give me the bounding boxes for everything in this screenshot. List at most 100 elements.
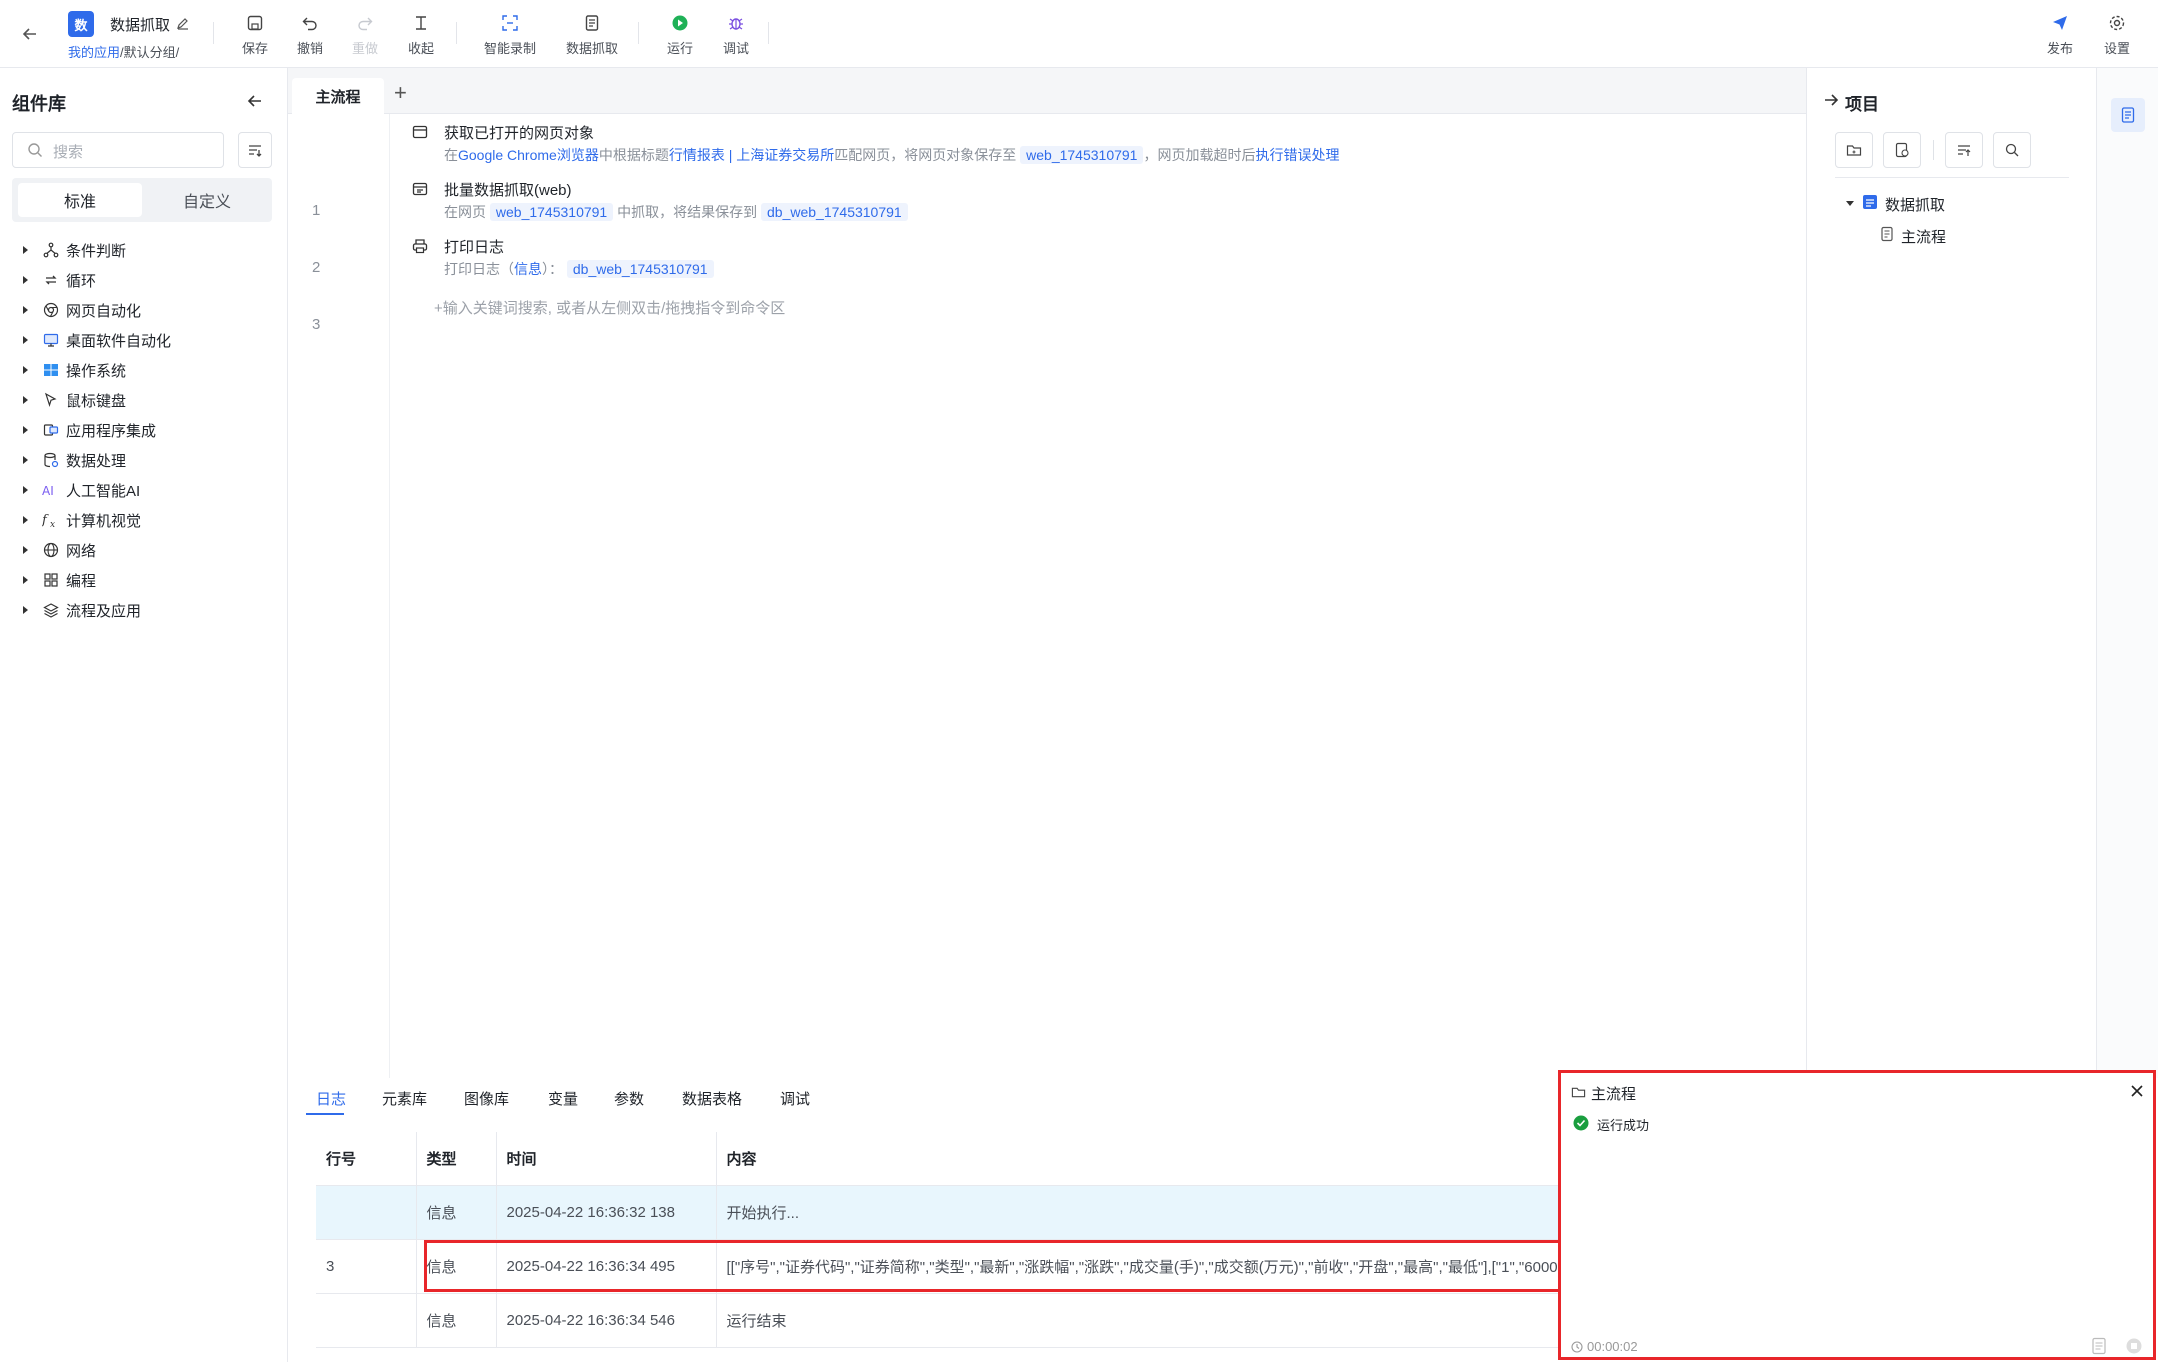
category-label: 人工智能AI <box>66 482 141 500</box>
monitor-icon <box>42 331 60 349</box>
elapsed-time: 00:00:02 <box>1587 1339 1638 1354</box>
component-category[interactable]: f x 计算机视觉 <box>20 507 141 533</box>
record-frame-icon <box>499 12 521 34</box>
debug-button[interactable]: 调试 <box>706 12 766 57</box>
component-category[interactable]: 网络 <box>20 537 96 563</box>
add-command-hint[interactable]: +输入关键词搜索, 或者从左侧双击/拖拽指令到命令区 <box>434 297 785 318</box>
bottom-tab[interactable]: 日志 <box>316 1088 346 1109</box>
panel-title: 项目 <box>1845 95 1879 114</box>
caret-right-icon <box>20 575 30 585</box>
close-icon[interactable] <box>2129 1083 2145 1099</box>
category-label: 鼠标键盘 <box>66 392 127 410</box>
run-button[interactable]: 运行 <box>650 12 710 57</box>
run-result-popup: 主流程 运行成功 00:00:02 <box>1558 1070 2156 1360</box>
properties-toggle-button[interactable] <box>2111 98 2145 132</box>
variable-chip[interactable]: web_1745310791 <box>489 203 614 221</box>
variable-chip[interactable]: db_web_1745310791 <box>761 203 908 221</box>
redo-button[interactable]: 重做 <box>335 12 395 57</box>
bottom-tab[interactable]: 调试 <box>780 1088 810 1109</box>
new-flow-button[interactable] <box>1883 132 1921 168</box>
stop-icon[interactable] <box>2125 1337 2143 1355</box>
step-title[interactable]: 获取已打开的网页对象 <box>444 122 594 143</box>
collapse-left-arrow-icon[interactable] <box>246 92 264 110</box>
text-cursor-icon <box>410 12 432 34</box>
error-handling-link[interactable]: 执行错误处理 <box>1255 147 1339 163</box>
component-category[interactable]: 数据处理 <box>20 447 126 473</box>
component-category[interactable]: 桌面软件自动化 <box>20 327 171 353</box>
log-level-link[interactable]: 信息 <box>514 261 542 277</box>
category-label: 网页自动化 <box>66 302 142 320</box>
undo-button[interactable]: 撤销 <box>280 12 340 57</box>
caret-right-icon <box>20 305 30 315</box>
category-label: 条件判断 <box>66 242 127 260</box>
component-category[interactable]: 网页自动化 <box>20 297 141 323</box>
save-button[interactable]: 保存 <box>225 12 285 57</box>
undo-icon <box>299 12 321 34</box>
bottom-tab[interactable]: 图像库 <box>464 1088 509 1109</box>
edit-pencil-icon[interactable] <box>176 16 190 30</box>
log-cell-time: 2025-04-22 16:36:32 138 <box>496 1185 717 1240</box>
line-number: 1 <box>312 202 321 219</box>
sort-filter-button[interactable] <box>238 132 272 168</box>
search-icon <box>27 142 43 158</box>
data-scrape-button[interactable]: 数据抓取 <box>562 12 622 57</box>
log-doc-icon[interactable] <box>2091 1337 2107 1355</box>
component-category[interactable]: 编程 <box>20 567 96 593</box>
breadcrumb-my-apps[interactable]: 我的应用 <box>68 45 120 60</box>
component-category[interactable]: 循环 <box>20 267 96 293</box>
app-title: 数据抓取 <box>110 17 171 34</box>
component-category[interactable]: 鼠标键盘 <box>20 387 126 413</box>
smart-record-button[interactable]: 智能录制 <box>480 12 540 57</box>
grid-icon <box>42 571 60 589</box>
arrow-right-icon[interactable] <box>1823 92 1839 108</box>
tab-custom[interactable]: 自定义 <box>148 183 266 217</box>
tree-expand-caret-icon[interactable] <box>1845 198 1855 208</box>
publish-button[interactable]: 发布 <box>2030 12 2090 57</box>
sort-icon <box>1958 145 1971 156</box>
run-status: 运行成功 <box>1597 1118 1650 1133</box>
category-label: 网络 <box>66 542 97 560</box>
tab-main-flow[interactable]: 主流程 <box>292 78 384 114</box>
step-title[interactable]: 打印日志 <box>444 236 504 257</box>
page-title-link[interactable]: 行情报表 | 上海证券交易所 <box>669 147 834 163</box>
back-arrow-icon[interactable] <box>20 24 40 44</box>
settings-button[interactable]: 设置 <box>2087 12 2147 57</box>
document-icon <box>581 12 603 34</box>
search-button[interactable] <box>1993 132 2031 168</box>
new-folder-button[interactable] <box>1835 132 1873 168</box>
component-category[interactable]: 操作系统 <box>20 357 126 383</box>
project-tree-root[interactable]: 数据抓取 <box>1885 194 1945 215</box>
flow-folder-icon <box>1571 1085 1586 1100</box>
variable-chip[interactable]: db_web_1745310791 <box>566 260 714 278</box>
variable-chip[interactable]: web_1745310791 <box>1020 146 1144 164</box>
sort-button[interactable] <box>1945 132 1983 168</box>
component-category[interactable]: 应用程序集成 <box>20 417 156 443</box>
clock-icon <box>1571 1341 1583 1353</box>
tab-standard[interactable]: 标准 <box>18 183 142 217</box>
search-input[interactable]: 搜索 <box>12 132 224 168</box>
log-cell-type: 信息 <box>416 1185 497 1240</box>
collapse-button[interactable]: 收起 <box>391 12 451 57</box>
project-tree-main-flow[interactable]: 主流程 <box>1901 226 1946 247</box>
cursor-icon <box>42 391 60 409</box>
app-integration-icon <box>42 421 60 439</box>
component-category[interactable]: 条件判断 <box>20 237 126 263</box>
bottom-tab[interactable]: 参数 <box>614 1088 644 1109</box>
caret-right-icon <box>20 395 30 405</box>
library-tabs: 标准 自定义 <box>12 178 272 222</box>
step-description: 在Google Chrome浏览器中根据标题行情报表 | 上海证券交易所匹配网页… <box>444 146 1340 164</box>
bottom-tab[interactable]: 元素库 <box>382 1088 427 1109</box>
component-category[interactable]: 流程及应用 <box>20 597 141 623</box>
add-tab-button[interactable]: + <box>394 80 407 106</box>
bottom-tab[interactable]: 变量 <box>548 1088 578 1109</box>
bottom-tab[interactable]: 数据表格 <box>682 1088 742 1109</box>
line-gutter: 1 2 3 <box>288 114 390 1078</box>
caret-right-icon <box>20 605 30 615</box>
step-title[interactable]: 批量数据抓取(web) <box>444 179 572 200</box>
app-badge: 数 <box>68 11 94 37</box>
browser-link[interactable]: Google Chrome浏览器 <box>458 147 599 163</box>
fx-icon: fx <box>42 511 60 529</box>
line-number: 3 <box>312 316 321 333</box>
component-category[interactable]: AI 人工智能AI <box>20 477 140 503</box>
top-toolbar: 数 数据抓取 我的应用/默认分组/ 保存 撤销 重做 收起 智能录制 数据抓取 … <box>0 0 2158 68</box>
